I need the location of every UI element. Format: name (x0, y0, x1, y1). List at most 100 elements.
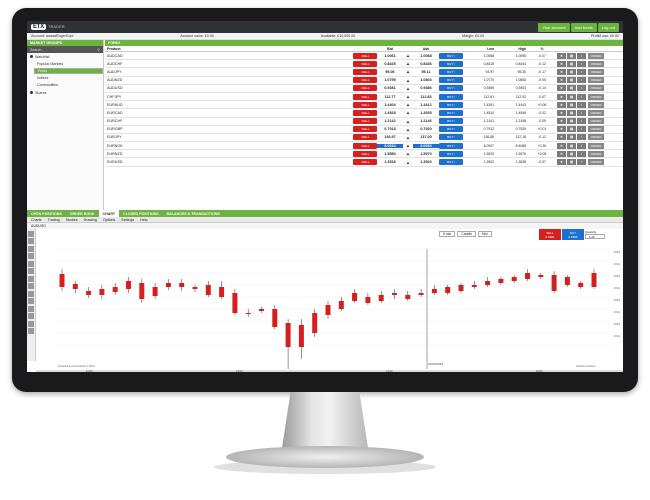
sell-button[interactable]: ↓ SELL (353, 150, 377, 157)
star-icon[interactable]: ★ (557, 118, 566, 125)
chart-icon[interactable]: ▦ (567, 77, 576, 84)
chart-icon[interactable]: ▦ (567, 159, 576, 166)
chart-icon[interactable]: ▦ (567, 85, 576, 92)
sell-button[interactable]: ↓ SELL (353, 60, 377, 67)
info-icon[interactable]: i (577, 142, 586, 149)
sell-button[interactable]: ↓ SELL (353, 126, 377, 133)
buy-button[interactable]: BUY ↑ (439, 159, 463, 166)
tool-button[interactable] (28, 230, 34, 237)
buy-button[interactable]: BUY ↑ (439, 68, 463, 75)
sell-button[interactable]: ↓ SELL (353, 142, 377, 149)
star-icon[interactable]: ★ (557, 77, 566, 84)
tool-button[interactable] (28, 260, 34, 267)
tool-button[interactable] (28, 283, 34, 289)
chart-icon[interactable]: ▦ (567, 142, 576, 149)
tool-button[interactable] (28, 290, 34, 297)
header-button[interactable]: Add funds (570, 22, 597, 32)
star-icon[interactable]: ★ (557, 60, 566, 67)
star-icon[interactable]: ★ (557, 93, 566, 100)
info-icon[interactable]: i (577, 150, 586, 157)
chart-menu-item[interactable]: Studies (66, 218, 78, 222)
star-icon[interactable]: ★ (557, 150, 566, 157)
buy-button[interactable]: BUY ↑ (439, 150, 463, 157)
tab[interactable]: OPEN POSITIONS (27, 210, 66, 217)
buy-button[interactable]: BUY ↑ (439, 101, 463, 108)
order-button[interactable]: ORDER (588, 52, 604, 59)
tab[interactable]: CHART (98, 210, 120, 217)
tool-button[interactable] (28, 275, 34, 282)
sell-button[interactable]: ↓ SELL (353, 68, 377, 75)
info-icon[interactable]: i (577, 77, 586, 84)
order-button[interactable]: ORDER (588, 93, 604, 100)
buy-button[interactable]: BUY ↑ (439, 77, 463, 84)
info-icon[interactable]: i (577, 60, 586, 67)
sell-button[interactable]: ↓ SELL (353, 101, 377, 108)
tab[interactable]: ORDER BOOK (66, 210, 99, 217)
group-item[interactable]: Indices (27, 74, 103, 82)
chart-menu-item[interactable]: Help (140, 218, 147, 222)
quick-buy-button[interactable]: BUY 0.9386 (562, 229, 584, 240)
star-icon[interactable]: ★ (557, 68, 566, 75)
info-icon[interactable]: i (577, 118, 586, 125)
sell-button[interactable]: ↓ SELL (353, 52, 377, 59)
chart-icon[interactable]: ▦ (567, 109, 576, 116)
chart-menu-item[interactable]: Charts (31, 218, 42, 222)
tool-button[interactable] (28, 298, 34, 304)
chart-icon[interactable]: ▦ (567, 93, 576, 100)
tool-button[interactable] (28, 320, 34, 327)
info-icon[interactable]: i (577, 126, 586, 133)
group-item[interactable]: Popular Markets (27, 61, 103, 69)
sell-button[interactable]: ↓ SELL (353, 159, 377, 166)
buy-button[interactable]: BUY ↑ (439, 93, 463, 100)
chart-icon[interactable]: ▦ (567, 134, 576, 141)
tool-button[interactable] (28, 253, 34, 259)
chart-menu-item[interactable]: Settings (121, 218, 134, 222)
quantity-input[interactable]: 1.00 (585, 234, 605, 239)
order-button[interactable]: ORDER (588, 60, 604, 67)
sell-button[interactable]: ↓ SELL (353, 134, 377, 141)
order-button[interactable]: ORDER (588, 159, 604, 166)
star-icon[interactable]: ★ (557, 126, 566, 133)
chart-icon[interactable]: ▦ (567, 150, 576, 157)
order-button[interactable]: ORDER (588, 118, 604, 125)
header-button[interactable]: Log out (597, 22, 619, 32)
interval-select[interactable]: 5 min (439, 231, 456, 237)
buy-button[interactable]: BUY ↑ (439, 134, 463, 141)
info-icon[interactable]: i (577, 68, 586, 75)
order-button[interactable]: ORDER (588, 134, 604, 141)
group-item[interactable]: Shares (27, 89, 103, 97)
info-icon[interactable]: i (577, 52, 586, 59)
tool-button[interactable] (28, 305, 34, 312)
tool-button[interactable] (28, 238, 34, 244)
chart-menu-item[interactable]: Trading (48, 218, 60, 222)
star-icon[interactable]: ★ (557, 159, 566, 166)
info-icon[interactable]: i (577, 85, 586, 92)
buy-button[interactable]: BUY ↑ (439, 118, 463, 125)
sell-button[interactable]: ↓ SELL (353, 109, 377, 116)
order-button[interactable]: ORDER (588, 150, 604, 157)
tool-button[interactable] (28, 245, 34, 252)
order-button[interactable]: ORDER (588, 142, 604, 149)
star-icon[interactable]: ★ (557, 109, 566, 116)
tool-button[interactable] (28, 313, 34, 319)
sell-button[interactable]: ↓ SELL (353, 93, 377, 100)
sell-button[interactable]: ↓ SELL (353, 118, 377, 125)
star-icon[interactable]: ★ (557, 142, 566, 149)
buy-button[interactable]: BUY ↑ (439, 52, 463, 59)
buy-button[interactable]: BUY ↑ (439, 85, 463, 92)
chart-icon[interactable]: ▦ (567, 68, 576, 75)
group-item[interactable]: Commodities (27, 82, 103, 90)
header-button[interactable]: Your account (538, 22, 570, 32)
chart-icon[interactable]: ▦ (567, 52, 576, 59)
quick-sell-button[interactable]: SELL 0.9381 (539, 229, 561, 240)
buy-button[interactable]: BUY ↑ (439, 142, 463, 149)
style-select[interactable]: Candle (457, 231, 477, 237)
buy-button[interactable]: BUY ↑ (439, 109, 463, 116)
chart-menu-item[interactable]: Options (103, 218, 115, 222)
order-button[interactable]: ORDER (588, 85, 604, 92)
order-button[interactable]: ORDER (588, 126, 604, 133)
info-icon[interactable]: i (577, 159, 586, 166)
tool-button[interactable] (28, 328, 34, 334)
chart-icon[interactable]: ▦ (567, 101, 576, 108)
star-icon[interactable]: ★ (557, 101, 566, 108)
